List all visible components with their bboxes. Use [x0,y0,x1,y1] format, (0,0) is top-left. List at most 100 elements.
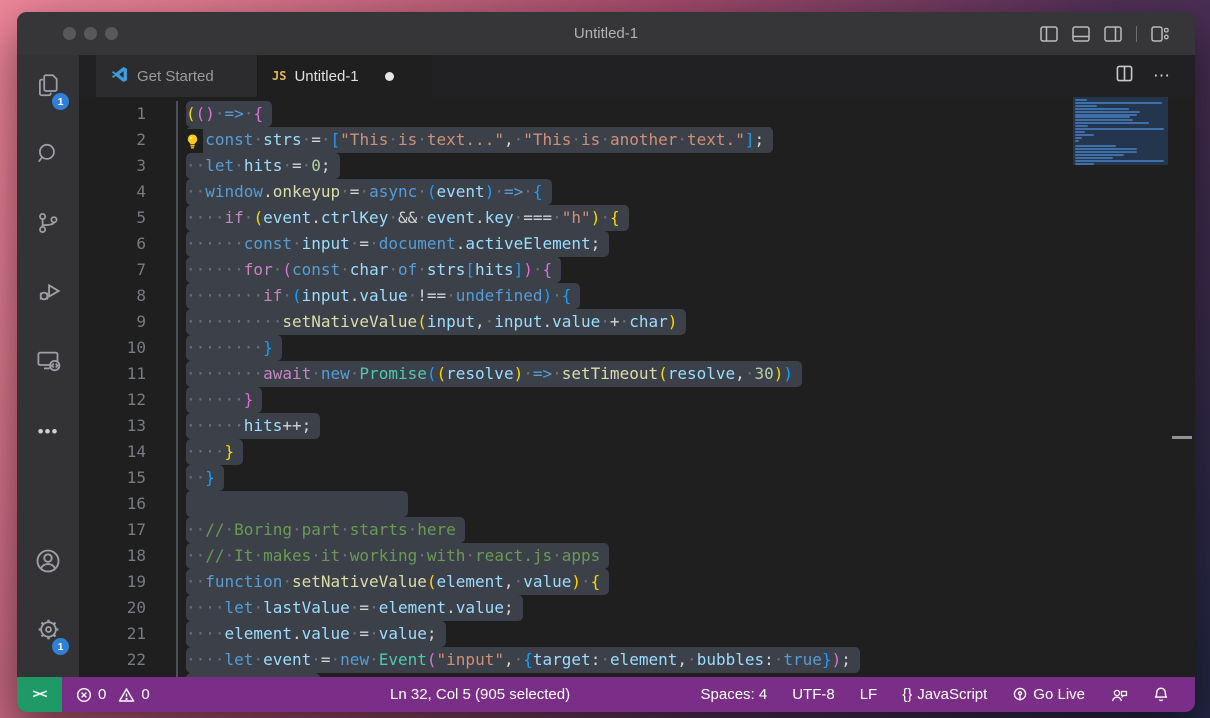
tab-get-started[interactable]: Get Started [96,55,258,97]
code-line[interactable]: 13······hits++; [79,413,1195,439]
problems-status[interactable]: 0 0 [76,686,150,703]
eol-status[interactable]: LF [860,686,878,703]
line-number[interactable]: 6 [79,231,146,257]
code-line[interactable]: 3 ··let·hits·=·0; [79,153,1195,179]
split-editor-icon[interactable] [1116,65,1133,87]
code-line[interactable]: 9··········setNativeValue(input,·input.v… [79,309,1195,335]
token: ( [186,104,196,123]
unsaved-changes-dot[interactable] [385,72,394,81]
code-line[interactable]: 12······} [79,387,1195,413]
token: . [456,234,466,253]
toggle-panel-icon[interactable] [1072,26,1090,42]
indentation-status[interactable]: Spaces: 4 [701,686,768,703]
code-line[interactable]: 6······const·input·=·document.activeElem… [79,231,1195,257]
line-number[interactable]: 22 [79,647,146,673]
cursor-position[interactable]: Ln 32, Col 5 (905 selected) [390,686,570,703]
sidebar-item-explorer[interactable]: 1 [24,63,72,111]
minimap-line [1075,160,1164,162]
line-number[interactable]: 3 [79,153,146,179]
line-number[interactable]: 10 [79,335,146,361]
notifications-bell-icon[interactable] [1153,686,1169,703]
code-line[interactable]: 18··//·It·makes·it·working·with·react.js… [79,543,1195,569]
line-number[interactable]: 7 [79,257,146,283]
token: · [234,156,244,175]
line-number[interactable]: 16 [79,491,146,517]
minimap[interactable] [1073,97,1168,165]
token: value [379,624,427,643]
encoding-status[interactable]: UTF-8 [792,686,835,703]
token: value [302,624,350,643]
token: !== [417,286,446,305]
token: · [774,650,784,669]
sidebar-item-run-debug[interactable] [24,270,72,318]
token: ( [427,650,437,669]
toggle-primary-sidebar-icon[interactable] [1040,26,1058,42]
minimap-line [1075,128,1164,130]
quick-fix-lightbulb[interactable] [182,129,203,153]
accounts-button[interactable] [24,539,72,587]
token: event [263,650,311,669]
code-line[interactable]: 2··const·strs·=·["This·is·text...",·"Thi… [79,127,1195,153]
code-line[interactable]: 21····element.value·=·value; [79,621,1195,647]
line-number[interactable]: 2 [79,127,146,153]
code-line[interactable]: 14 ····} [79,439,1195,465]
code-line[interactable]: 19··function·setNativeValue(element,·val… [79,569,1195,595]
sidebar-item-search[interactable] [24,132,72,180]
close-button[interactable] [63,27,76,40]
line-number[interactable]: 13 [79,413,146,439]
line-number[interactable]: 9 [79,309,146,335]
token: ] [514,260,524,279]
code-line[interactable]: 5····if·(event.ctrlKey·&&·event.key·===·… [79,205,1195,231]
minimize-button[interactable] [84,27,97,40]
code-line[interactable]: 16 [79,491,1195,517]
code-line[interactable]: 10········} [79,335,1195,361]
line-number[interactable]: 4 [79,179,146,205]
line-number[interactable]: 18 [79,543,146,569]
line-number[interactable]: 1 [79,101,146,127]
code-line[interactable]: 15··} [79,465,1195,491]
ellipsis-icon: ••• [38,422,59,442]
line-number[interactable]: 11 [79,361,146,387]
token: window [205,182,263,201]
code-line[interactable]: 20····let·lastValue·=·element.value; [79,595,1195,621]
line-number[interactable]: 19 [79,569,146,595]
remote-icon: >< [33,687,47,702]
line-number[interactable]: 5 [79,205,146,231]
code-line[interactable]: 7······for·(const·char·of·strs[hits])·{ [79,257,1195,283]
remote-indicator[interactable]: >< [17,677,62,712]
code-line[interactable]: 17··//·Boring·part·starts·here [79,517,1195,543]
token: { [533,182,543,201]
code-line[interactable]: 1(()·=>·{ [79,101,1195,127]
line-number[interactable]: 14 [79,439,146,465]
selected-code: ··let·hits·=·0; [186,153,340,179]
code-line[interactable]: 22····let·event·=·new·Event("input",·{ta… [79,647,1195,673]
token: event [427,208,475,227]
language-mode[interactable]: {} JavaScript [902,686,987,703]
line-number[interactable]: 8 [79,283,146,309]
zoom-button[interactable] [105,27,118,40]
line-number[interactable]: 12 [79,387,146,413]
code-editor[interactable]: 1(()·=>·{2··const·strs·=·["This·is·text.… [79,97,1195,677]
toggle-secondary-sidebar-icon[interactable] [1104,26,1122,42]
code-line[interactable]: 11········await·new·Promise((resolve)·=>… [79,361,1195,387]
token: onkeyup [273,182,340,201]
line-number[interactable]: 21 [79,621,146,647]
go-live-button[interactable]: Go Live [1012,686,1085,703]
more-views-button[interactable]: ••• [24,408,72,456]
more-actions-icon[interactable]: ⋯ [1153,66,1171,86]
tab-untitled-1[interactable]: JS Untitled-1 [258,55,432,97]
line-number[interactable]: 15 [79,465,146,491]
sidebar-item-source-control[interactable] [24,201,72,249]
feedback-icon[interactable] [1110,687,1128,703]
line-number[interactable]: 17 [79,517,146,543]
sidebar-item-remote-explorer[interactable] [24,339,72,387]
selected-code: ····} [186,439,243,465]
token: . [446,598,456,617]
token: element [379,598,446,617]
code-line[interactable]: 4··window.onkeyup·=·async·(event)·=>·{ [79,179,1195,205]
line-number[interactable]: 20 [79,595,146,621]
code-line[interactable]: 8········if·(input.value·!==·undefined)·… [79,283,1195,309]
token: ) [774,364,784,383]
customize-layout-icon[interactable] [1151,26,1169,42]
settings-button[interactable]: 1 [24,608,72,656]
